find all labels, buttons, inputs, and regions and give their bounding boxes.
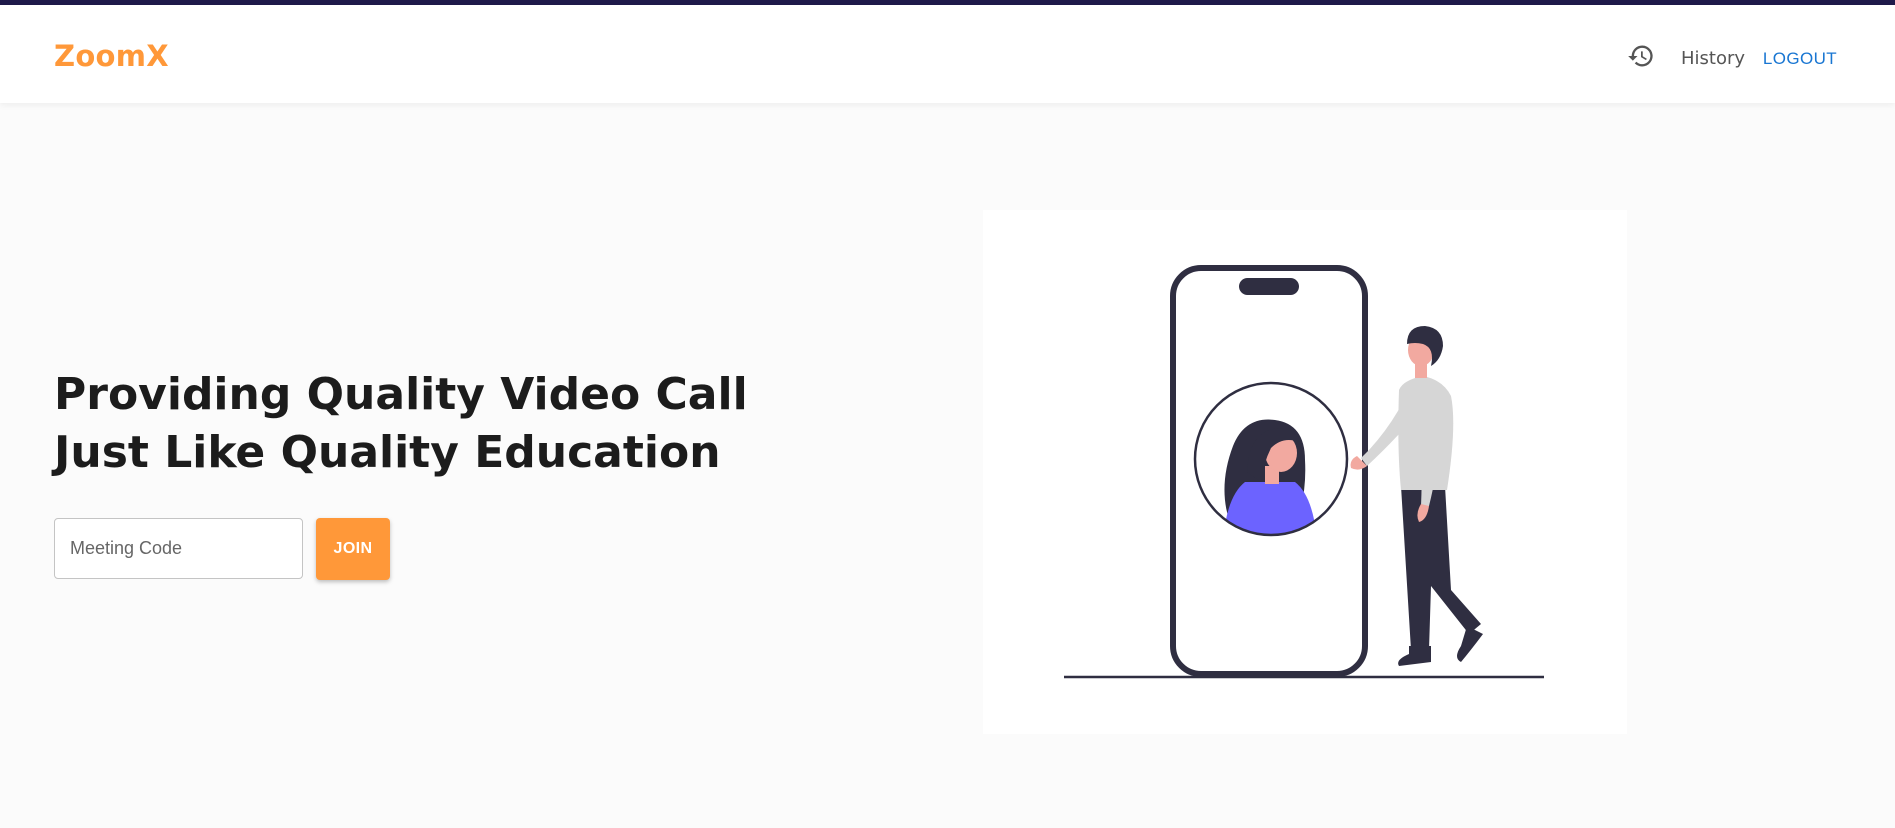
history-link[interactable]: History bbox=[1681, 48, 1745, 69]
brand-logo[interactable]: ZoomX bbox=[54, 39, 169, 73]
hero-headline: Providing Quality Video Call Just Like Q… bbox=[54, 369, 748, 478]
meeting-code-input[interactable] bbox=[54, 518, 303, 579]
illustration-svg bbox=[1064, 265, 1544, 679]
logout-button[interactable]: LOGOUT bbox=[1758, 43, 1842, 75]
standing-man-figure bbox=[1350, 326, 1483, 666]
join-button[interactable]: JOIN bbox=[316, 518, 390, 580]
phone-notch bbox=[1239, 278, 1299, 295]
top-navbar: ZoomX History LOGOUT bbox=[0, 5, 1895, 103]
history-icon[interactable] bbox=[1627, 42, 1655, 70]
video-call-illustration bbox=[983, 210, 1627, 734]
